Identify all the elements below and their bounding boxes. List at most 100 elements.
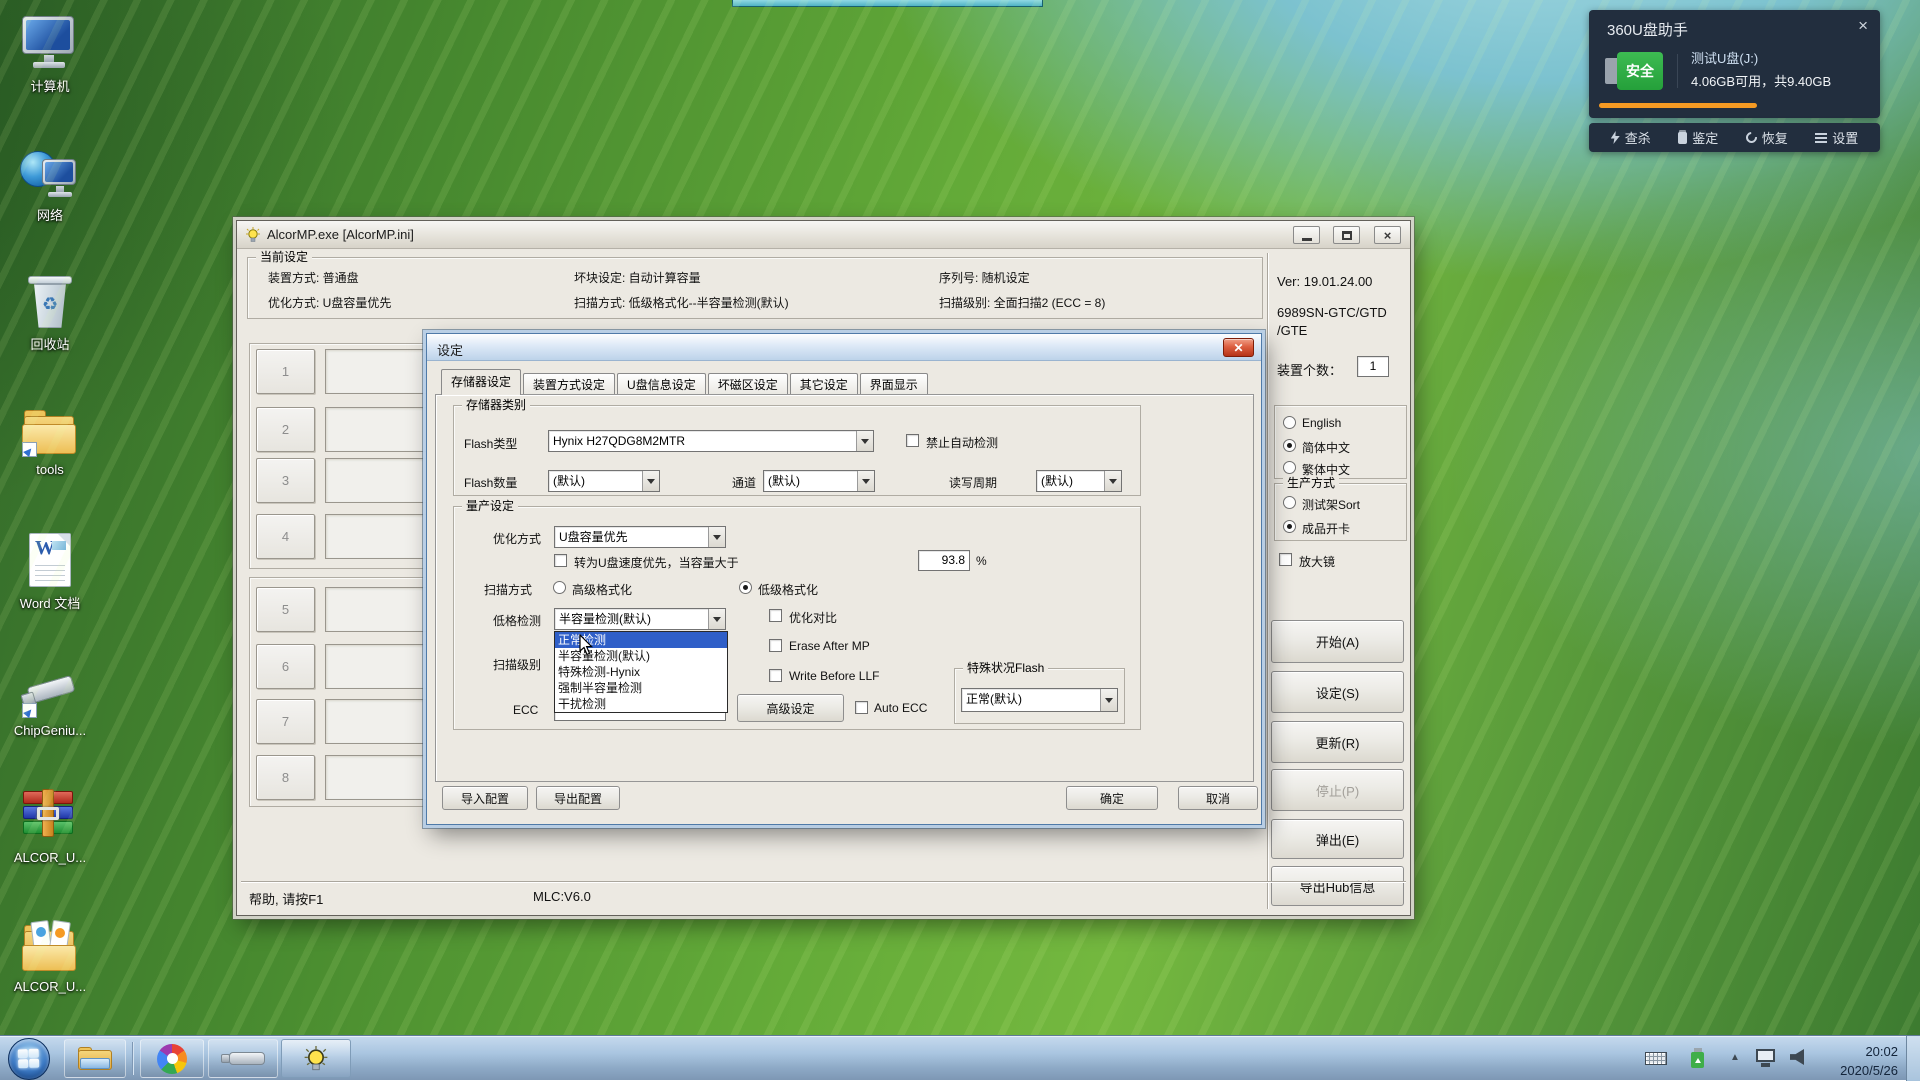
desktop-icon-alcor-rar[interactable]: ALCOR_U... — [4, 788, 96, 865]
stop-button[interactable]: 停止(P) — [1271, 769, 1404, 811]
tab-device-mode-settings[interactable]: 装置方式设定 — [523, 373, 615, 395]
settings-button[interactable]: 设定(S) — [1271, 671, 1404, 713]
write-before-llf-label[interactable]: Write Before LLF — [789, 669, 879, 683]
top-dock-strip[interactable] — [732, 0, 1043, 7]
port-button-6[interactable]: 6 — [256, 644, 315, 689]
dropdown-arrow-icon[interactable] — [1104, 471, 1121, 491]
dialog-titlebar[interactable]: 设定 — [427, 334, 1261, 361]
dropdown-option-force-half[interactable]: 强制半容量检测 — [555, 680, 727, 696]
speed-priority-label[interactable]: 转为U盘速度优先，当容量大于 — [574, 554, 739, 571]
device-count-field[interactable]: 1 — [1357, 356, 1389, 377]
start-button[interactable] — [8, 1038, 50, 1080]
disable-autodetect-checkbox[interactable] — [906, 434, 919, 447]
tab-storage-settings[interactable]: 存储器设定 — [441, 369, 521, 395]
tray-hidden-icons-arrow[interactable]: ▲ — [1730, 1052, 1740, 1063]
usb-helper-close-icon[interactable]: × — [1858, 16, 1868, 36]
radio-simplified-chinese-label[interactable]: 简体中文 — [1302, 439, 1350, 456]
settings-action[interactable]: 设置 — [1815, 128, 1858, 147]
tab-bad-sector-settings[interactable]: 坏磁区设定 — [708, 373, 788, 395]
optimize-compare-label[interactable]: 优化对比 — [789, 609, 837, 626]
capacity-threshold-field[interactable]: 93.8 — [918, 550, 970, 571]
taskbar-alcormp-button[interactable] — [281, 1039, 351, 1078]
tray-network-icon[interactable] — [1756, 1049, 1775, 1067]
radio-finished-card-label[interactable]: 成品开卡 — [1302, 520, 1350, 537]
port-button-3[interactable]: 3 — [256, 458, 315, 503]
tab-other-settings[interactable]: 其它设定 — [790, 373, 858, 395]
minimize-button[interactable] — [1293, 226, 1320, 244]
desktop-icon-recycle-bin[interactable]: ♻ 回收站 — [4, 272, 96, 353]
taskbar-clock[interactable]: 20:02 2020/5/26 — [1812, 1043, 1898, 1081]
ok-button[interactable]: 确定 — [1066, 786, 1158, 810]
write-before-llf-checkbox[interactable] — [769, 669, 782, 682]
speed-priority-checkbox[interactable] — [554, 554, 567, 567]
optimize-compare-checkbox[interactable] — [769, 609, 782, 622]
port-button-8[interactable]: 8 — [256, 755, 315, 800]
auto-ecc-label[interactable]: Auto ECC — [874, 701, 927, 715]
tray-usb-safe-icon[interactable] — [1691, 1048, 1704, 1068]
optimize-combo[interactable]: U盘容量优先 — [554, 526, 726, 548]
dropdown-option-special-hynix[interactable]: 特殊检测-Hynix — [555, 664, 727, 680]
dropdown-arrow-icon[interactable] — [1100, 689, 1117, 711]
import-config-button[interactable]: 导入配置 — [442, 786, 528, 810]
maximize-button[interactable] — [1333, 226, 1360, 244]
tray-volume-icon[interactable] — [1790, 1049, 1804, 1065]
magnifier-checkbox[interactable] — [1279, 553, 1292, 566]
identify-action[interactable]: 鉴定 — [1678, 128, 1718, 147]
llf-detect-combo[interactable]: 半容量检测(默认) — [554, 608, 726, 630]
desktop-icon-chipgenius[interactable]: ChipGeniu... — [4, 661, 96, 738]
magnifier-label[interactable]: 放大镜 — [1299, 553, 1335, 570]
dropdown-arrow-icon[interactable] — [856, 431, 873, 451]
radio-advanced-format-label[interactable]: 高级格式化 — [572, 581, 632, 598]
radio-traditional-chinese[interactable] — [1283, 461, 1296, 474]
start-button[interactable]: 开始(A) — [1271, 620, 1404, 663]
radio-advanced-format[interactable] — [553, 581, 566, 594]
port-button-7[interactable]: 7 — [256, 699, 315, 744]
taskbar-browser-button[interactable] — [140, 1039, 204, 1078]
dropdown-arrow-icon[interactable] — [708, 609, 725, 629]
restore-action[interactable]: 恢复 — [1746, 128, 1788, 147]
special-flash-combo[interactable]: 正常(默认) — [961, 688, 1118, 712]
close-button[interactable]: × — [1374, 226, 1401, 244]
desktop-icon-tools-folder[interactable]: tools — [4, 400, 96, 477]
radio-lowlevel-format[interactable] — [739, 581, 752, 594]
advanced-settings-button[interactable]: 高级设定 — [737, 694, 844, 722]
tab-usb-info-settings[interactable]: U盘信息设定 — [617, 373, 706, 395]
flash-count-combo[interactable]: (默认) — [548, 470, 660, 492]
radio-test-rack-sort-label[interactable]: 测试架Sort — [1302, 496, 1360, 513]
dropdown-arrow-icon[interactable] — [708, 527, 725, 547]
tray-keyboard-icon[interactable] — [1645, 1052, 1667, 1065]
tab-ui-display[interactable]: 界面显示 — [860, 373, 928, 395]
flash-type-combo[interactable]: Hynix H27QDG8M2MTR — [548, 430, 874, 452]
port-button-5[interactable]: 5 — [256, 587, 315, 632]
radio-lowlevel-format-label[interactable]: 低级格式化 — [758, 581, 818, 598]
radio-english[interactable] — [1283, 416, 1296, 429]
port-button-1[interactable]: 1 — [256, 349, 315, 394]
port-button-2[interactable]: 2 — [256, 407, 315, 452]
show-desktop-button[interactable] — [1906, 1036, 1920, 1081]
channel-combo[interactable]: (默认) — [763, 470, 875, 492]
erase-after-mp-checkbox[interactable] — [769, 639, 782, 652]
main-window-titlebar[interactable]: AlcorMP.exe [AlcorMP.ini] — [237, 221, 1410, 249]
taskbar-explorer-button[interactable] — [64, 1039, 126, 1078]
dialog-close-button[interactable]: ✕ — [1223, 338, 1254, 357]
port-button-4[interactable]: 4 — [256, 514, 315, 559]
export-config-button[interactable]: 导出配置 — [536, 786, 620, 810]
dropdown-arrow-icon[interactable] — [857, 471, 874, 491]
erase-after-mp-label[interactable]: Erase After MP — [789, 639, 870, 653]
eject-button[interactable]: 弹出(E) — [1271, 819, 1404, 859]
dropdown-option-interference[interactable]: 干扰检测 — [555, 696, 727, 712]
desktop-icon-network[interactable]: 网络 — [4, 143, 96, 224]
dropdown-arrow-icon[interactable] — [642, 471, 659, 491]
auto-ecc-checkbox[interactable] — [855, 701, 868, 714]
radio-english-label[interactable]: English — [1302, 416, 1341, 430]
radio-simplified-chinese[interactable] — [1283, 439, 1296, 452]
rw-cycle-combo[interactable]: (默认) — [1036, 470, 1122, 492]
desktop-icon-word-doc[interactable]: W Word 文档 — [4, 531, 96, 612]
cancel-button[interactable]: 取消 — [1178, 786, 1258, 810]
desktop-icon-alcor-folder[interactable]: ALCOR_U... — [4, 917, 96, 994]
desktop-icon-computer[interactable]: 计算机 — [4, 14, 96, 95]
taskbar-usb-tool-button[interactable] — [208, 1039, 278, 1078]
scan-virus-action[interactable]: 查杀 — [1611, 128, 1651, 147]
update-button[interactable]: 更新(R) — [1271, 721, 1404, 763]
disable-autodetect-label[interactable]: 禁止自动检测 — [926, 434, 998, 451]
